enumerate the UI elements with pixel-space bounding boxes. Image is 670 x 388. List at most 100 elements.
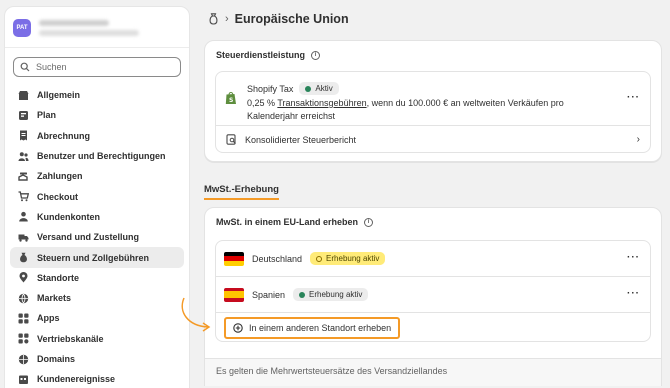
billing-icon [18, 130, 29, 141]
annotation-arrow-icon [181, 297, 211, 332]
status-badge-label: Erhebung aktiv [309, 290, 363, 299]
search-icon [20, 62, 30, 72]
search-placeholder: Suchen [36, 62, 67, 72]
sidebar-item-label: Plan [37, 110, 57, 121]
location-icon [18, 272, 29, 283]
sidebar-item-label: Abrechnung [37, 130, 90, 141]
tax-icon[interactable] [208, 13, 219, 25]
add-location-button[interactable]: In einem anderen Standort erheben [224, 317, 401, 339]
sidebar-item-zahlungen[interactable]: Zahlungen [10, 166, 184, 186]
vat-card-title: MwSt. in einem EU-Land erheben [216, 217, 359, 227]
transaction-fees-link[interactable]: Transaktionsgebühren [277, 98, 366, 108]
vat-heading: MwSt. in einem EU-Land erheben i [216, 217, 374, 227]
sidebar-item-label: Zahlungen [37, 171, 83, 182]
sidebar-item-label: Markets [37, 293, 72, 304]
report-label: Konsolidierter Steuerbericht [245, 134, 357, 145]
chevron-right-icon: › [636, 134, 640, 145]
shopify-tax-row: S Shopify Tax Aktiv 0,25 % Transaktionsg… [216, 72, 650, 126]
sidebar-item-markets[interactable]: Markets [10, 288, 184, 308]
tax-desc-prefix: 0,25 % [247, 98, 278, 108]
sidebar-item-abrechnung[interactable]: Abrechnung [10, 126, 184, 146]
tax-service-box: S Shopify Tax Aktiv 0,25 % Transaktionsg… [215, 71, 651, 153]
add-location-label: In einem anderen Standort erheben [249, 323, 392, 333]
status-badge: Erhebung aktiv [310, 252, 386, 265]
germany-flag-icon [224, 251, 244, 266]
sidebar-item-steuern[interactable]: Steuern und Zollgebühren [10, 247, 184, 268]
sidebar-item-apps[interactable]: Apps [10, 308, 184, 328]
sidebar-item-vertriebskanaele[interactable]: Vertriebskanäle [10, 329, 184, 349]
sidebar-item-label: Domains [37, 354, 76, 364]
sidebar-item-label: Steuern und Zollgebühren [37, 252, 149, 263]
domain-icon [18, 354, 29, 365]
shopify-bag-icon: S [225, 92, 236, 104]
tax-service-description: 0,25 % Transaktionsgebühren, wenn du 100… [247, 97, 607, 123]
status-badge: Aktiv [299, 82, 339, 95]
search-input[interactable]: Suchen [13, 57, 181, 77]
events-icon [18, 374, 29, 385]
sidebar-item-domains[interactable]: Domains [10, 349, 184, 369]
status-badge-label: Aktiv [315, 84, 333, 93]
apps-icon [18, 313, 29, 324]
store-name-blurred [39, 20, 139, 36]
sidebar-item-standorte[interactable]: Standorte [10, 268, 184, 288]
status-dot-icon [305, 85, 312, 92]
sidebar-item-plan[interactable]: Plan [10, 105, 184, 125]
store-avatar: PAT [13, 19, 31, 37]
sidebar-item-label: Kundenereignisse [37, 374, 116, 385]
settings-nav: Allgemein Plan Abrechnung Benutzer und B… [5, 85, 189, 388]
country-name: Deutschland [252, 253, 303, 264]
info-icon[interactable]: i [311, 50, 321, 60]
sidebar-item-label: Vertriebskanäle [37, 333, 104, 344]
settings-sidebar: PAT Suchen Allgemein Plan Abrechnung Ben… [4, 6, 190, 388]
consolidated-report-row[interactable]: Konsolidierter Steuerbericht › [216, 126, 650, 153]
store-icon [18, 90, 29, 101]
globe-icon [18, 293, 29, 304]
report-icon [226, 134, 236, 145]
sidebar-item-label: Benutzer und Berechtigungen [37, 151, 166, 162]
person-icon [18, 211, 29, 222]
breadcrumb: › Europäische Union [208, 12, 349, 26]
svg-text:S: S [229, 97, 233, 104]
sidebar-item-checkout[interactable]: Checkout [10, 186, 184, 206]
page-title: Europäische Union [234, 12, 349, 26]
plus-circle-icon [233, 323, 243, 333]
status-dot-icon [299, 291, 306, 298]
plan-icon [18, 110, 29, 121]
sidebar-item-label: Allgemein [37, 90, 81, 101]
tax-service-heading: Steuerdienstleistung i [216, 50, 321, 60]
breadcrumb-separator-icon: › [225, 13, 229, 25]
vat-card: MwSt. in einem EU-Land erheben i Deutsch… [204, 207, 662, 386]
status-badge: Erhebung aktiv [293, 288, 369, 301]
country-row-deutschland: Deutschland Erhebung aktiv ··· [216, 241, 650, 277]
channels-icon [18, 333, 29, 344]
status-badge-label: Erhebung aktiv [326, 254, 380, 263]
store-switcher[interactable]: PAT [5, 7, 189, 48]
payments-icon [18, 171, 29, 182]
info-icon[interactable]: i [364, 217, 374, 227]
shopify-tax-name: Shopify Tax Aktiv [247, 82, 339, 95]
sidebar-item-allgemein[interactable]: Allgemein [10, 85, 184, 105]
sidebar-item-kundenereignisse[interactable]: Kundenereignisse [10, 369, 184, 388]
sidebar-item-label: Kundenkonten [37, 211, 100, 222]
vat-section-title: MwSt.-Erhebung [204, 184, 279, 200]
sidebar-item-label: Standorte [37, 272, 80, 283]
more-actions-icon[interactable]: ··· [627, 252, 640, 263]
sidebar-item-kundenkonten[interactable]: Kundenkonten [10, 207, 184, 227]
sidebar-item-versand[interactable]: Versand und Zustellung [10, 227, 184, 247]
more-actions-icon[interactable]: ··· [627, 288, 640, 299]
sidebar-item-benutzer[interactable]: Benutzer und Berechtigungen [10, 146, 184, 166]
tax-service-name: Shopify Tax [247, 83, 294, 94]
more-actions-icon[interactable]: ··· [627, 92, 640, 103]
sidebar-item-label: Apps [37, 313, 60, 324]
tax-service-title: Steuerdienstleistung [216, 50, 306, 60]
spain-flag-icon [224, 287, 244, 302]
pending-dot-icon [316, 255, 323, 262]
cart-icon [18, 191, 29, 202]
sidebar-item-label: Versand und Zustellung [37, 232, 140, 243]
tax-service-card: Steuerdienstleistung i S Shopify Tax Akt… [204, 40, 662, 162]
vat-footer-note: Es gelten die Mehrwertsteuersätze des Ve… [205, 358, 661, 386]
country-row-spanien: Spanien Erhebung aktiv ··· [216, 277, 650, 313]
users-icon [18, 151, 29, 162]
country-name: Spanien [252, 289, 286, 300]
sidebar-item-label: Checkout [37, 191, 79, 202]
